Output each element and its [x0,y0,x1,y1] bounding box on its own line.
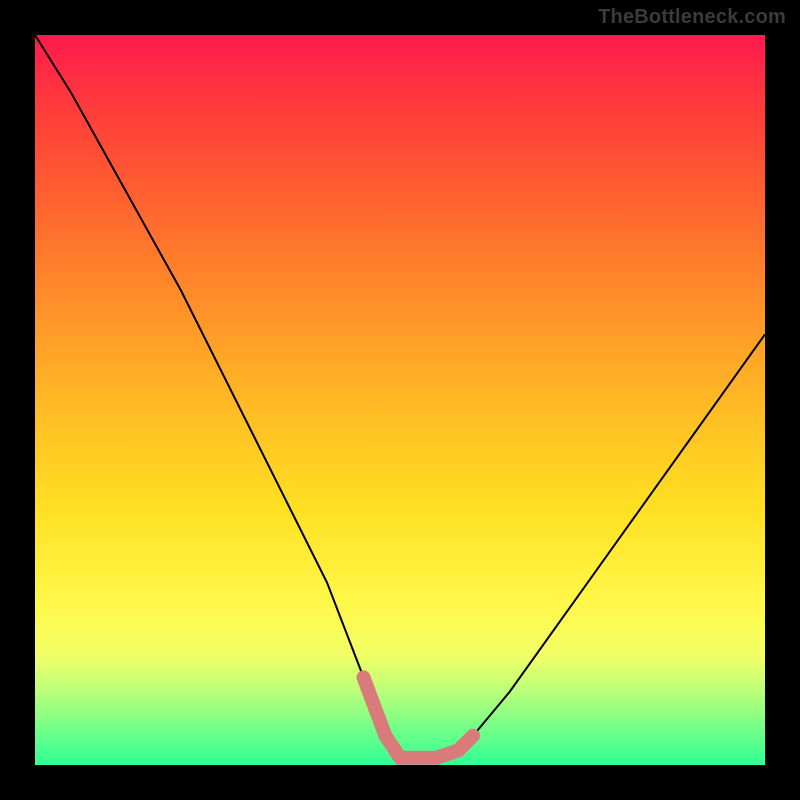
watermark-text: TheBottleneck.com [598,6,786,29]
plot-area [35,35,765,765]
bottleneck-curve-line [35,35,765,758]
curve-svg [35,35,765,765]
highlight-segment [364,677,474,757]
chart-frame: TheBottleneck.com [0,0,800,800]
